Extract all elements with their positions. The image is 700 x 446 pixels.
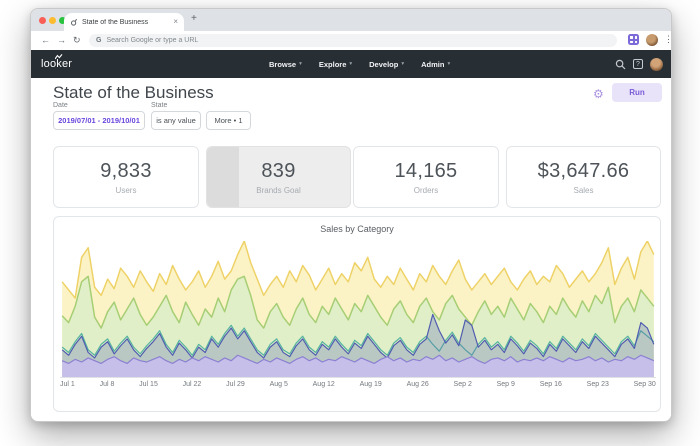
page-title: State of the Business [53, 83, 214, 102]
looker-favicon [71, 18, 78, 26]
kpi-value: $3,647.66 [537, 159, 630, 182]
user-avatar[interactable] [650, 57, 663, 71]
x-tick-label: Sep 30 [633, 381, 656, 388]
browser-address-bar: ← → ↻ G Search Google or type a URL ⋮ [31, 31, 671, 50]
x-tick-label: Sep 16 [539, 381, 562, 388]
kpi-label: Users [115, 185, 137, 195]
browser-tab[interactable]: State of the Business × [64, 13, 184, 31]
x-tick-label: Aug 5 [269, 381, 288, 388]
kpi-value: 14,165 [394, 159, 458, 182]
navbar-menus: Browse ▾ Explore ▾ Develop ▾ Admin ▾ [269, 50, 450, 78]
looker-logo-spark-icon [55, 54, 63, 60]
kpi-label: Sales [573, 185, 594, 195]
help-icon[interactable]: ? [633, 59, 643, 69]
browser-menu-icon[interactable]: ⋮ [664, 34, 671, 45]
x-tick-label: Aug 19 [359, 381, 382, 388]
area-chart [60, 241, 656, 378]
gear-icon[interactable]: ⚙ [593, 87, 604, 101]
date-filter-value[interactable]: 2019/07/01 - 2019/10/01 [53, 111, 145, 130]
x-tick-label: Sep 2 [453, 381, 472, 388]
chevron-down-icon: ▾ [447, 61, 451, 67]
run-button[interactable]: Run [612, 83, 662, 102]
chevron-down-icon: ▾ [349, 61, 353, 67]
looker-navbar: looker Browse ▾ Explore ▾ Develop ▾ Admi… [31, 50, 671, 78]
browser-window: State of the Business × + ← → ↻ G Search… [30, 8, 672, 422]
navbar-right-icons: ? [615, 50, 663, 78]
refresh-icon[interactable]: ↻ [73, 35, 81, 46]
menu-browse[interactable]: Browse ▾ [269, 60, 302, 69]
x-tick-label: Jul 1 [60, 381, 75, 388]
sales-by-category-tile[interactable]: Sales by Category Jul 1 Jul 8 Jul 15 Jul 22… [53, 216, 661, 412]
kpi-tile-users[interactable]: 9,833 Users [53, 146, 199, 208]
chart-title: Sales by Category [320, 224, 394, 234]
date-filter-label: Date [53, 102, 68, 109]
close-tab-icon[interactable]: × [173, 18, 178, 26]
url-omnibox[interactable]: G Search Google or type a URL [89, 34, 617, 47]
browser-tab-bar: State of the Business × + [31, 9, 671, 31]
google-icon: G [96, 37, 102, 44]
menu-explore[interactable]: Explore ▾ [319, 60, 352, 69]
x-tick-label: Jul 22 [182, 381, 202, 388]
browser-profile-avatar[interactable] [646, 33, 658, 46]
x-tick-label: Jul 29 [226, 381, 245, 388]
kpi-value: 839 [261, 159, 296, 182]
more-filters-chip[interactable]: More • 1 [206, 111, 251, 130]
desktop-background: State of the Business × + ← → ↻ G Search… [0, 0, 700, 446]
menu-admin[interactable]: Admin ▾ [421, 60, 450, 69]
back-icon[interactable]: ← [41, 35, 50, 45]
chevron-down-icon: ▾ [299, 61, 302, 67]
x-axis-labels: Jul 1 Jul 8 Jul 15 Jul 22 Jul 29 Aug 5 Aug 12 A… [60, 381, 656, 388]
minimize-window-button[interactable] [49, 17, 56, 24]
omnibox-placeholder: Search Google or type a URL [106, 37, 199, 44]
close-window-button[interactable] [39, 17, 46, 24]
drag-placeholder-strip [207, 147, 239, 207]
x-tick-label: Sep 9 [496, 381, 515, 388]
x-tick-label: Jul 15 [139, 381, 158, 388]
dashboard-content: State of the Business ⚙ Run Date State 2… [31, 78, 671, 421]
tab-title: State of the Business [82, 18, 149, 26]
x-tick-label: Sep 23 [586, 381, 609, 388]
kpi-label: Brands Goal [256, 185, 301, 195]
menu-develop[interactable]: Develop ▾ [369, 60, 404, 69]
extension-icon[interactable] [628, 34, 639, 45]
new-tab-icon[interactable]: + [191, 13, 197, 24]
x-tick-label: Aug 26 [406, 381, 429, 388]
kpi-tile-orders[interactable]: 14,165 Orders [353, 146, 499, 208]
kpi-tile-brands-goal[interactable]: 839 Brands Goal [206, 146, 351, 208]
x-tick-label: Jul 8 [99, 381, 115, 388]
kpi-value: 9,833 [100, 159, 152, 182]
search-icon[interactable] [615, 59, 626, 70]
state-filter-value[interactable]: is any value [151, 111, 201, 130]
window-controls [39, 17, 66, 24]
forward-icon[interactable]: → [57, 35, 66, 45]
kpi-label: Orders [413, 185, 439, 195]
x-tick-label: Aug 12 [312, 381, 335, 388]
kpi-tile-sales[interactable]: $3,647.66 Sales [506, 146, 661, 208]
state-filter-label: State [151, 102, 168, 109]
chevron-down-icon: ▾ [401, 61, 405, 67]
